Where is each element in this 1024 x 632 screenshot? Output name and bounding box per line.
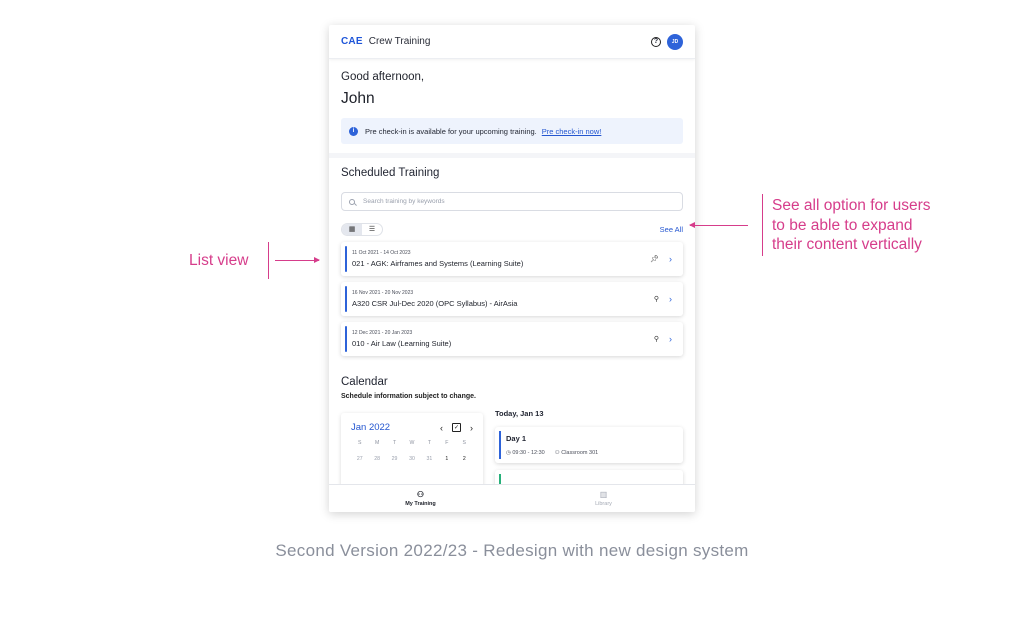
precheckin-notice: i Pre check-in is available for your upc…	[341, 118, 683, 144]
search-icon	[349, 198, 355, 205]
weekday: M	[374, 440, 380, 446]
pin-outline-icon[interactable]: ⚲	[654, 295, 659, 303]
see-all-annotation: See all option for users to be able to e…	[772, 197, 931, 253]
calendar-grid: S M T W T F S 27 28 29 30 31 1 2	[351, 440, 473, 462]
app-title: Crew Training	[368, 36, 431, 47]
annotation-divider	[762, 194, 763, 256]
calendar-day[interactable]: 28	[368, 456, 385, 462]
calendar-widget: Jan 2022 ‹ ✓ › S M T W T F S 27 28 29 30…	[341, 413, 483, 493]
arrow-left-icon	[689, 222, 748, 228]
weekday: W	[409, 440, 415, 446]
precheckin-link[interactable]: Pre check-in now!	[542, 127, 602, 136]
people-icon: ⚇	[416, 490, 425, 499]
notice-text: Pre check-in is available for your upcom…	[365, 126, 537, 136]
training-name: A320 CSR Jul-Dec 2020 (OPC Syllabus) - A…	[352, 299, 518, 308]
weekday: T	[427, 440, 431, 446]
tab-label: Library	[595, 501, 612, 507]
annotation-divider	[268, 242, 269, 279]
pin-outline-icon[interactable]: ⚲	[654, 335, 659, 343]
training-card[interactable]: 16 Nov 2021 - 20 Nov 2023 A320 CSR Jul-D…	[341, 282, 683, 316]
event-room: ⚇ Classroom 301	[554, 450, 599, 456]
arrow-right-icon	[275, 257, 320, 263]
calendar-day[interactable]: 31	[421, 456, 438, 462]
section-divider	[329, 153, 695, 158]
training-name: 010 - Air Law (Learning Suite)	[352, 339, 452, 348]
card-accent-bar	[345, 246, 347, 272]
tab-library[interactable]: ▥ Library	[512, 485, 695, 512]
user-name: John	[341, 90, 375, 107]
help-icon[interactable]: ?	[651, 36, 661, 47]
slide-caption: Second Version 2022/23 - Redesign with n…	[275, 541, 749, 560]
training-card[interactable]: 12 Dec 2021 - 20 Jan 2023 010 - Air Law …	[341, 322, 683, 356]
weekday: S	[357, 440, 362, 446]
training-dates: 11 Oct 2021 - 14 Oct 2023	[352, 250, 411, 256]
calendar-check-icon[interactable]: ✓	[452, 423, 461, 432]
chevron-right-icon[interactable]: ›	[669, 294, 672, 304]
weekday: F	[445, 440, 449, 446]
weekday: T	[392, 440, 397, 446]
today-label: Today, Jan 13	[495, 409, 544, 418]
training-dates: 16 Nov 2021 - 20 Nov 2023	[352, 290, 414, 296]
search-placeholder: Search training by keywords	[363, 198, 445, 205]
see-all-link[interactable]: See All	[660, 225, 683, 234]
training-card[interactable]: 11 Oct 2021 - 14 Oct 2023 021 - AGK: Air…	[341, 242, 683, 276]
scheduled-training-title: Scheduled Training	[341, 167, 440, 179]
next-month-icon[interactable]: ›	[470, 423, 473, 433]
calendar-title: Calendar	[341, 376, 388, 388]
event-time: ◷ 09:30 - 12:30	[506, 450, 545, 456]
cae-logo[interactable]: CAE	[341, 36, 363, 47]
info-icon: i	[349, 126, 358, 136]
prev-month-icon[interactable]: ‹	[440, 423, 443, 433]
calendar-month[interactable]: Jan 2022	[351, 422, 390, 433]
calendar-day[interactable]: 1	[438, 456, 455, 462]
list-view-annotation: List view	[189, 252, 249, 269]
calendar-day[interactable]: 27	[351, 456, 368, 462]
calendar-day[interactable]: 2	[456, 456, 473, 462]
card-accent-bar	[345, 286, 347, 312]
weekday: S	[462, 440, 467, 446]
tab-label: My Training	[405, 501, 436, 507]
grid-view-icon[interactable]: ▦	[342, 223, 362, 235]
list-view-icon[interactable]: ☰	[362, 224, 382, 235]
tab-my-training[interactable]: ⚇ My Training	[329, 485, 512, 512]
card-accent-bar	[345, 326, 347, 352]
search-input[interactable]: Search training by keywords	[341, 192, 683, 211]
calendar-day[interactable]: 30	[403, 456, 420, 462]
avatar[interactable]: JD	[667, 33, 683, 50]
calendar-day[interactable]: 29	[386, 456, 403, 462]
training-name: 021 - AGK: Airframes and Systems (Learni…	[352, 259, 524, 268]
app-screen: CAE Crew Training ? JD Good afternoon, J…	[329, 25, 695, 512]
app-header: CAE Crew Training ? JD	[329, 25, 695, 59]
chevron-right-icon[interactable]: ›	[669, 254, 672, 264]
chevron-right-icon[interactable]: ›	[669, 334, 672, 344]
event-accent-bar	[499, 431, 501, 459]
view-toggle: ▦ ☰	[341, 222, 383, 236]
pin-icon[interactable]: 📌︎	[650, 255, 659, 263]
event-name: Day 1	[506, 434, 527, 443]
training-dates: 12 Dec 2021 - 20 Jan 2023	[352, 330, 413, 336]
greeting-line: Good afternoon,	[341, 71, 425, 83]
event-card[interactable]: Day 1 ◷ 09:30 - 12:30 ⚇ Classroom 301	[495, 427, 683, 463]
calendar-subtitle: Schedule information subject to change.	[341, 393, 476, 400]
library-icon: ▥	[599, 490, 608, 499]
bottom-tab-bar: ⚇ My Training ▥ Library	[329, 484, 695, 512]
